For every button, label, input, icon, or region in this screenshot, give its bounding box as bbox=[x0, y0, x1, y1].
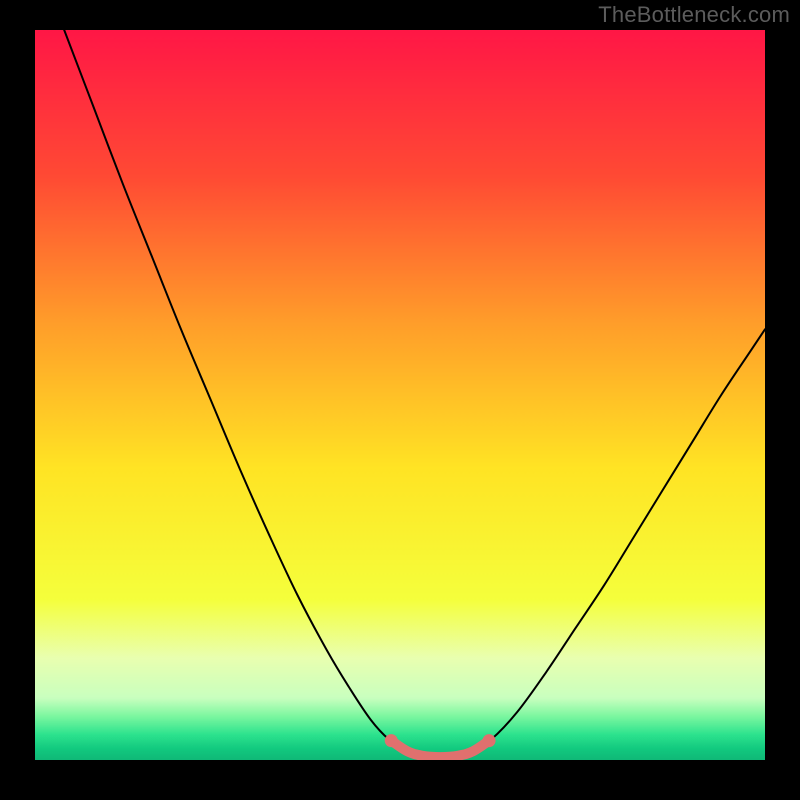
series-bottleneck-curve bbox=[64, 30, 765, 757]
series-highlight-segment bbox=[391, 741, 489, 757]
series-highlight-segment-end-dot bbox=[385, 734, 398, 747]
curve-layer bbox=[35, 30, 765, 760]
chart-frame: TheBottleneck.com bbox=[0, 0, 800, 800]
series-highlight-segment-end-dot bbox=[483, 734, 496, 747]
plot-area bbox=[35, 30, 765, 760]
watermark-label: TheBottleneck.com bbox=[598, 2, 790, 28]
